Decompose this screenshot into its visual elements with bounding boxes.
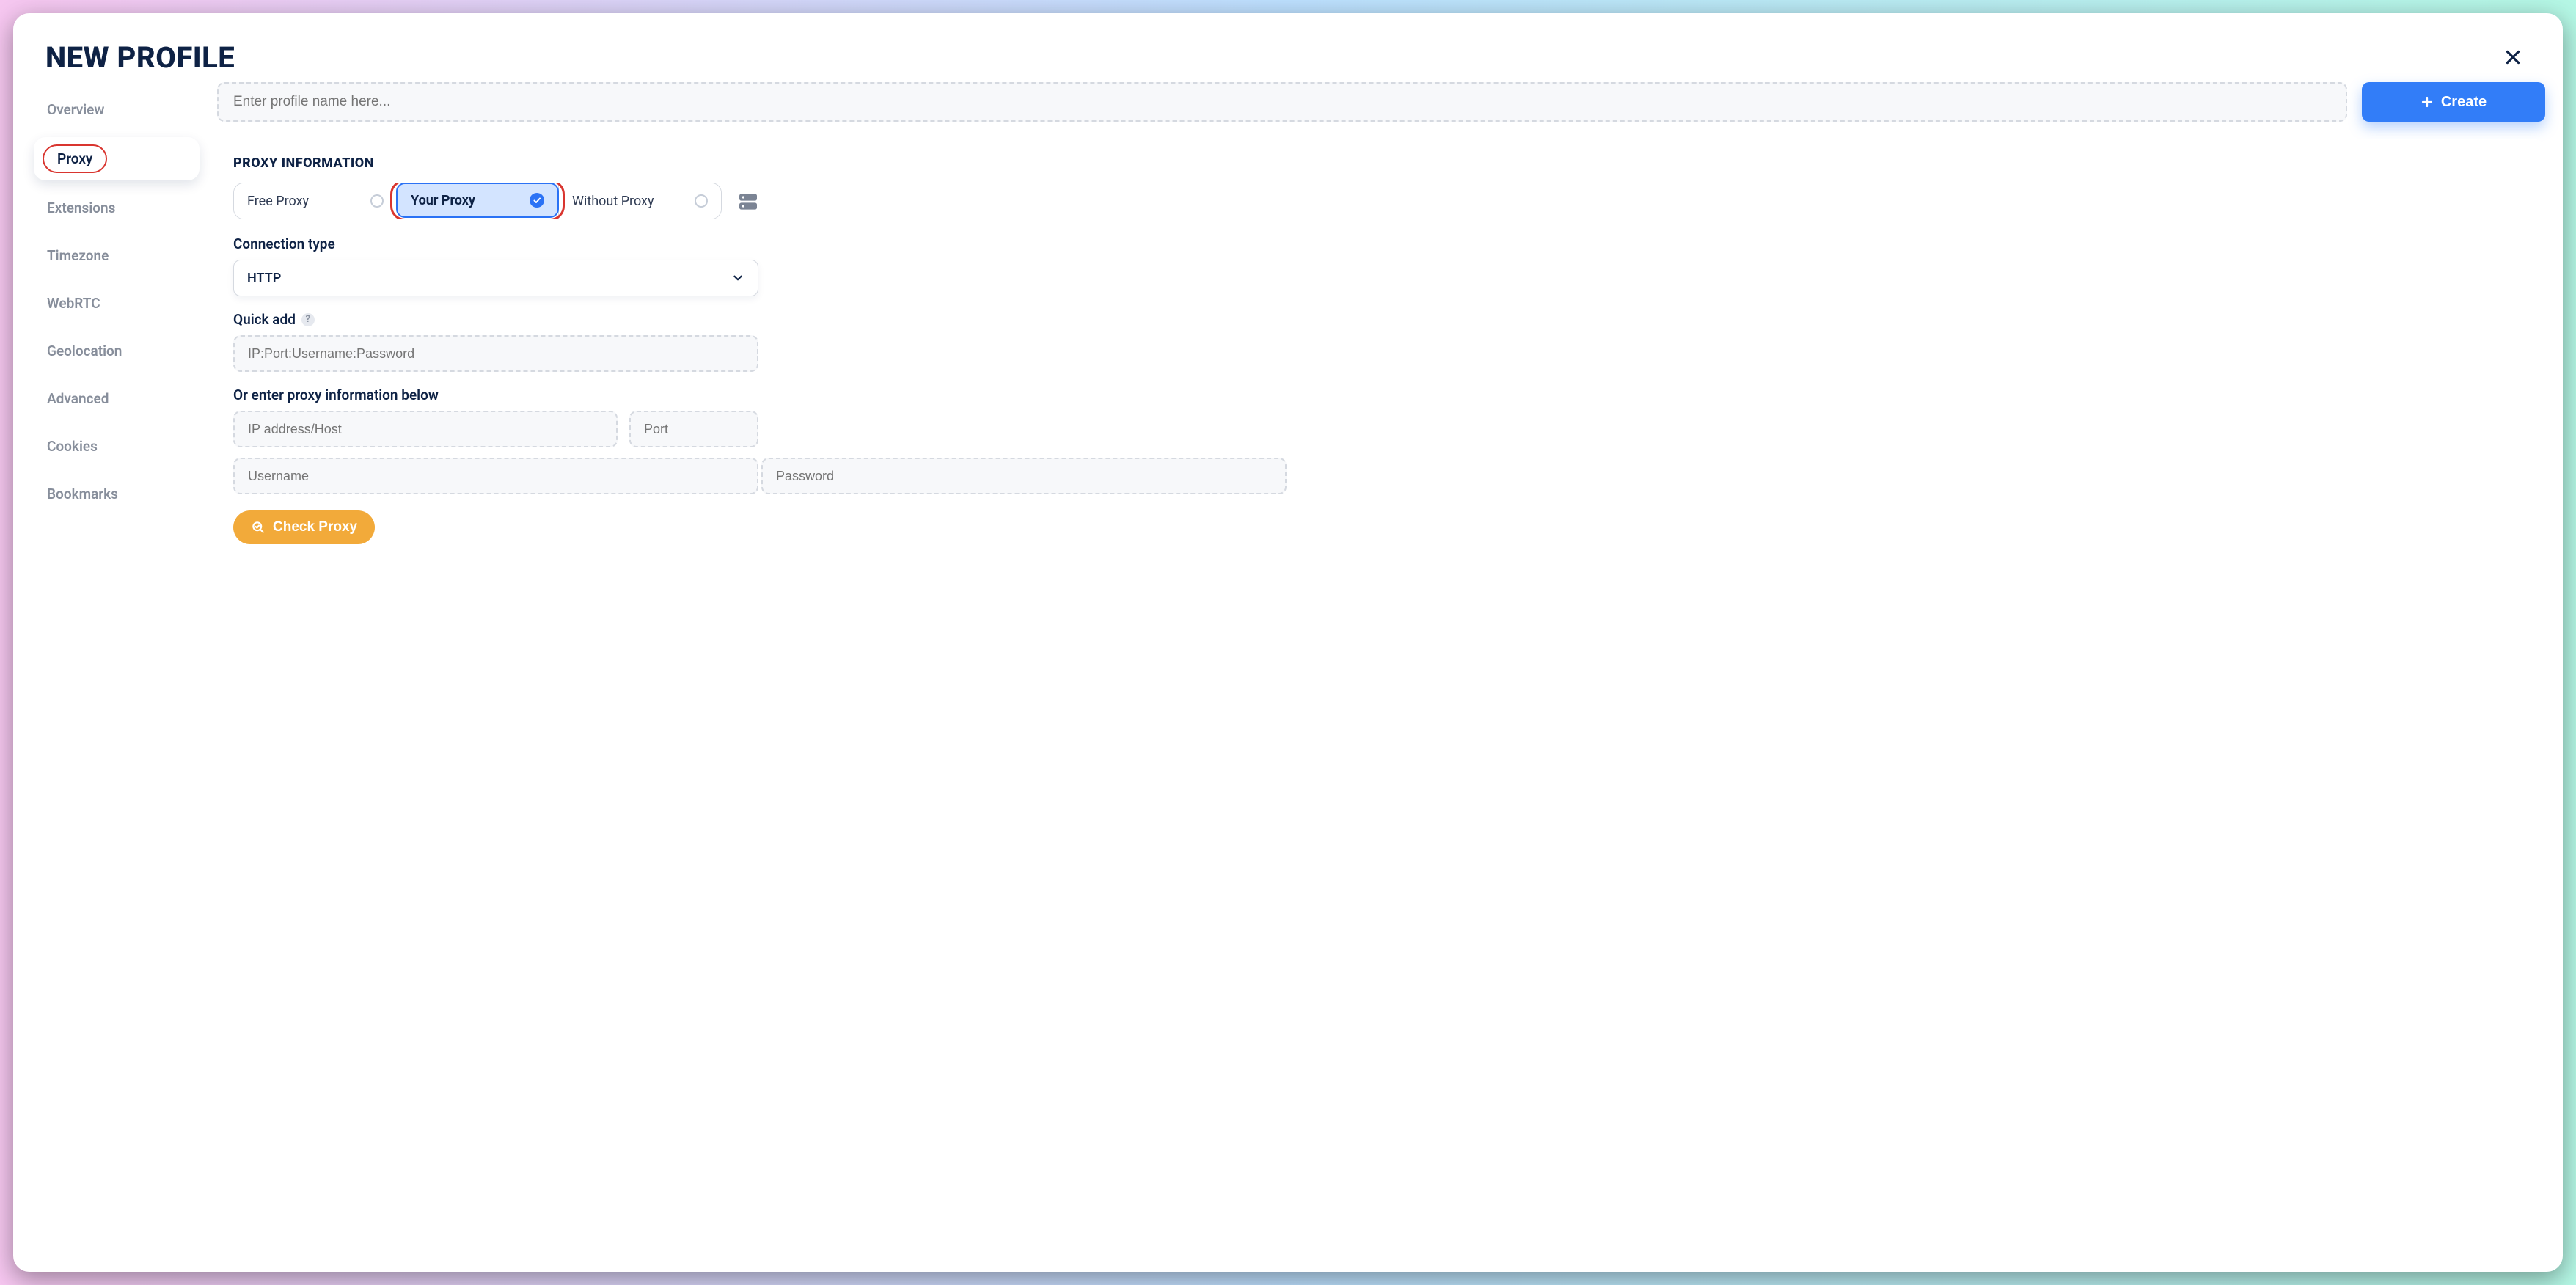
new-profile-modal: NEW PROFILE Overview Proxy Extensions Ti… [13,13,2563,1272]
label-text: Quick add [233,311,296,328]
connection-type-select[interactable]: HTTP [233,260,758,296]
create-button-label: Create [2441,94,2487,111]
label-text: Or enter proxy information below [233,387,439,403]
sidebar-item-overview[interactable]: Overview [34,89,200,130]
proxy-mode-label: Free Proxy [247,194,309,209]
search-check-icon [251,520,266,535]
sidebar-item-highlight: Proxy [43,144,107,173]
sidebar-item-geolocation[interactable]: Geolocation [34,331,200,371]
radio-unselected-icon [370,194,384,208]
sidebar-item-webrtc[interactable]: WebRTC [34,283,200,323]
plus-icon [2421,95,2434,109]
sidebar-item-cookies[interactable]: Cookies [34,426,200,466]
close-icon [2503,48,2522,67]
sidebar-item-proxy[interactable]: Proxy [34,137,200,180]
sidebar: Overview Proxy Extensions Timezone WebRT… [34,82,200,1254]
check-proxy-label: Check Proxy [273,519,357,535]
proxy-mode-segment: Free Proxy Your Proxy Without Proxy [233,183,722,219]
sidebar-item-label: WebRTC [47,295,100,312]
sidebar-item-label: Overview [47,101,104,118]
sidebar-item-label: Advanced [47,390,109,407]
quick-add-input[interactable] [233,335,758,372]
modal-body: Overview Proxy Extensions Timezone WebRT… [13,82,2563,1272]
help-icon[interactable]: ? [301,313,315,326]
proxy-card: PROXY INFORMATION Free Proxy Your Proxy [217,139,2545,1254]
sidebar-item-label: Timezone [47,247,109,264]
create-button[interactable]: Create [2362,82,2545,122]
modal-header: NEW PROFILE [13,13,2563,82]
sidebar-item-label: Bookmarks [47,486,118,502]
check-proxy-button[interactable]: Check Proxy [233,510,375,544]
radio-selected-icon [530,193,544,208]
section-title: PROXY INFORMATION [233,155,2529,171]
radio-unselected-icon [695,194,708,208]
profile-name-input[interactable] [217,82,2347,122]
sidebar-item-label: Extensions [47,199,115,216]
password-input[interactable] [761,458,1287,494]
sidebar-item-extensions[interactable]: Extensions [34,188,200,228]
close-button[interactable] [2495,40,2531,75]
chevron-down-icon [731,271,744,285]
name-row: Create [217,82,2545,122]
port-input[interactable] [629,411,758,447]
manual-entry-stack [233,411,2529,494]
modal-title: NEW PROFILE [45,40,235,75]
main-panel: Create PROXY INFORMATION Free Proxy Your… [217,82,2545,1254]
sidebar-item-advanced[interactable]: Advanced [34,378,200,419]
proxy-mode-free[interactable]: Free Proxy [234,183,397,219]
proxy-mode-your[interactable]: Your Proxy [396,183,559,218]
sidebar-item-timezone[interactable]: Timezone [34,235,200,276]
ip-host-input[interactable] [233,411,618,447]
manual-entry-label: Or enter proxy information below [233,387,2529,403]
sidebar-item-bookmarks[interactable]: Bookmarks [34,474,200,514]
proxy-mode-without[interactable]: Without Proxy [558,183,721,219]
ip-port-row [233,411,758,447]
sidebar-item-label: Geolocation [47,343,122,359]
sidebar-item-label: Proxy [57,150,92,167]
proxy-mode-label: Without Proxy [572,194,654,209]
connection-type-value: HTTP [247,271,281,286]
proxy-mode-label: Your Proxy [411,193,475,208]
proxy-mode-row: Free Proxy Your Proxy Without Proxy [233,183,2529,219]
label-text: Connection type [233,235,335,252]
server-icon [736,190,760,213]
server-manage-button[interactable] [736,190,760,212]
username-input[interactable] [233,458,758,494]
sidebar-item-label: Cookies [47,438,98,455]
quick-add-label: Quick add ? [233,311,2529,328]
connection-type-label: Connection type [233,235,2529,252]
